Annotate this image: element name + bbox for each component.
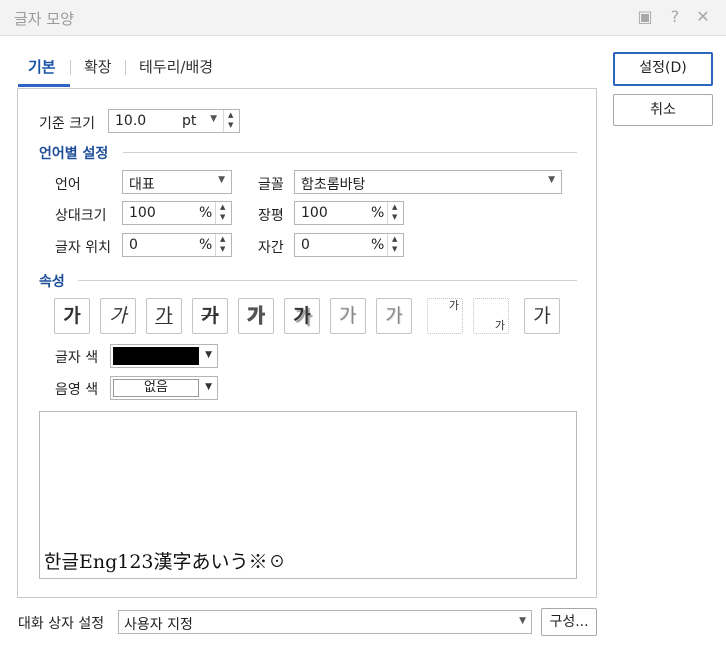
base-size-value: 10.0 xyxy=(115,113,147,129)
dialog-setting-select[interactable]: 사용자 지정 ▼ xyxy=(118,610,532,634)
text-color-swatch xyxy=(113,347,199,365)
language-value: 대표 xyxy=(129,177,155,193)
chevron-down-icon[interactable]: ▼ xyxy=(218,175,225,185)
subscript-button[interactable]: 가 xyxy=(473,298,509,334)
normal-text-button[interactable]: 가 xyxy=(524,298,560,334)
underline-button[interactable]: 가 xyxy=(146,298,182,334)
char-position-value: 0 xyxy=(129,237,138,253)
shade-color-label: 음영 색 xyxy=(55,382,99,398)
dialog-setting-label: 대화 상자 설정 xyxy=(18,616,105,632)
comment-icon[interactable]: ▣ xyxy=(634,6,656,28)
percent-unit: % xyxy=(371,205,385,221)
relative-size-spinner[interactable]: ▲ ▼ xyxy=(215,202,231,224)
char-position-spinner[interactable]: ▲ ▼ xyxy=(215,234,231,256)
percent-unit: % xyxy=(199,205,213,221)
language-label: 언어 xyxy=(55,177,81,193)
tab-separator xyxy=(125,60,126,75)
chevron-down-icon[interactable]: ▼ xyxy=(519,616,526,626)
width-ratio-label: 장평 xyxy=(258,208,284,224)
char-spacing-input[interactable]: 0 % ▲ ▼ xyxy=(294,233,404,257)
chevron-down-icon[interactable]: ▼ xyxy=(205,382,212,392)
tab-border-background[interactable]: 테두리/배경 xyxy=(139,56,213,77)
relative-size-value: 100 xyxy=(129,205,156,221)
language-select[interactable]: 대표 ▼ xyxy=(122,170,232,194)
cancel-button[interactable]: 취소 xyxy=(613,94,713,126)
ok-button[interactable]: 설정(D) xyxy=(613,52,713,86)
base-size-label: 기준 크기 xyxy=(39,116,95,132)
italic-button[interactable]: 가 xyxy=(100,298,136,334)
width-ratio-spinner[interactable]: ▲ ▼ xyxy=(387,202,403,224)
text-color-label: 글자 색 xyxy=(55,350,99,366)
active-tab-indicator xyxy=(18,84,70,87)
char-spacing-value: 0 xyxy=(301,237,310,253)
char-spacing-label: 자간 xyxy=(258,240,284,256)
lang-section-title: 언어별 설정 xyxy=(39,146,109,162)
char-position-input[interactable]: 0 % ▲ ▼ xyxy=(122,233,232,257)
percent-unit: % xyxy=(371,237,385,253)
char-position-label: 글자 위치 xyxy=(55,240,111,256)
title-bar: 글자 모양 ▣ ? ✕ xyxy=(0,0,726,36)
window-title: 글자 모양 xyxy=(14,10,74,28)
font-value: 함초롬바탕 xyxy=(301,177,366,193)
dialog-setting-value: 사용자 지정 xyxy=(124,617,193,633)
preview-text: 한글Eng123漢字あいう※☉ xyxy=(44,551,287,573)
char-spacing-spinner[interactable]: ▲ ▼ xyxy=(387,234,403,256)
outline-button[interactable]: 가 xyxy=(238,298,274,334)
chevron-down-icon[interactable]: ▼ xyxy=(205,350,212,360)
help-icon[interactable]: ? xyxy=(664,6,686,28)
chevron-down-icon[interactable]: ▼ xyxy=(548,175,555,185)
config-button[interactable]: 구성... xyxy=(541,608,597,636)
strikethrough-button[interactable]: 가 xyxy=(192,298,228,334)
width-ratio-value: 100 xyxy=(301,205,328,221)
relative-size-input[interactable]: 100 % ▲ ▼ xyxy=(122,201,232,225)
shade-color-picker[interactable]: 없음 ▼ xyxy=(110,376,218,400)
tab-extended[interactable]: 확장 xyxy=(84,56,112,77)
shadow-button[interactable]: 가 xyxy=(284,298,320,334)
font-select[interactable]: 함초롬바탕 ▼ xyxy=(294,170,562,194)
superscript-button[interactable]: 가 xyxy=(427,298,463,334)
base-size-unit: pt xyxy=(182,113,197,129)
attr-section-title: 속성 xyxy=(39,274,65,290)
width-ratio-input[interactable]: 100 % ▲ ▼ xyxy=(294,201,404,225)
shade-color-value: 없음 xyxy=(113,379,199,397)
tab-separator xyxy=(70,60,71,75)
engrave-button[interactable]: 가 xyxy=(376,298,412,334)
emboss-button[interactable]: 가 xyxy=(330,298,366,334)
chevron-down-icon[interactable]: ▼ xyxy=(210,114,217,124)
close-icon[interactable]: ✕ xyxy=(692,6,714,28)
font-label: 글꼴 xyxy=(258,177,284,193)
bold-button[interactable]: 가 xyxy=(54,298,90,334)
preview-box: 한글Eng123漢字あいう※☉ xyxy=(39,411,577,579)
section-divider xyxy=(78,280,577,281)
section-divider xyxy=(123,152,577,153)
tab-basic[interactable]: 기본 xyxy=(28,56,56,77)
relative-size-label: 상대크기 xyxy=(55,208,107,224)
percent-unit: % xyxy=(199,237,213,253)
text-color-picker[interactable]: ▼ xyxy=(110,344,218,368)
base-size-input[interactable]: 10.0 pt ▼ ▲ ▼ xyxy=(108,109,240,133)
base-size-spinner[interactable]: ▲ ▼ xyxy=(223,110,239,132)
